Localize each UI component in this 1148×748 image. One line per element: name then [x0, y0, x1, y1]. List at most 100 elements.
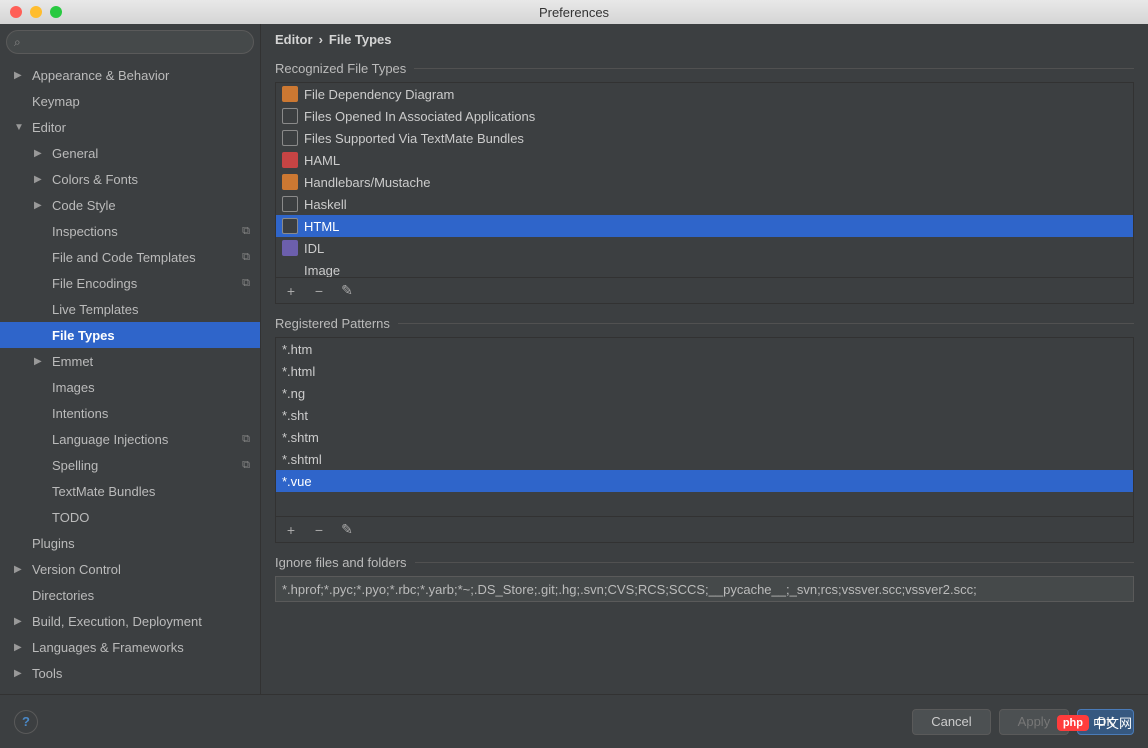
filetype-label: Files Opened In Associated Applications	[304, 109, 535, 124]
filetype-row[interactable]: HTML	[276, 215, 1133, 237]
tree-item[interactable]: ▼Editor	[0, 114, 260, 140]
content: ⌕ ▶ Appearance & Behavior Keymap ▼Editor▶Ge…	[0, 24, 1148, 694]
tree-item[interactable]: TODO	[0, 504, 260, 530]
filetype-label: File Dependency Diagram	[304, 87, 454, 102]
chevron-right-icon[interactable]: ▶	[34, 356, 48, 367]
titlebar: Preferences	[0, 0, 1148, 24]
filetype-label: Haskell	[304, 197, 347, 212]
filetype-row[interactable]: File Dependency Diagram	[276, 83, 1133, 105]
tree-item[interactable]: ▶ Languages & Frameworks	[0, 634, 260, 660]
chevron-right-icon[interactable]: ▶	[14, 564, 28, 575]
tree-item[interactable]: ▶Emmet	[0, 348, 260, 374]
chevron-right-icon[interactable]: ▶	[34, 174, 48, 185]
tree-item[interactable]: File Types	[0, 322, 260, 348]
chevron-down-icon[interactable]: ▼	[14, 122, 28, 133]
section-ignore-label: Ignore files and folders	[275, 555, 1134, 570]
section-patterns-label: Registered Patterns	[275, 316, 1134, 331]
pattern-row[interactable]: *.shtml	[276, 448, 1133, 470]
tree-item[interactable]: TextMate Bundles	[0, 478, 260, 504]
tree-item[interactable]: Language Injections ⧉	[0, 426, 260, 452]
chevron-right-icon[interactable]: ▶	[14, 616, 28, 627]
filetype-row[interactable]: Image	[276, 259, 1133, 278]
search-input[interactable]	[6, 30, 254, 54]
help-icon[interactable]: ?	[14, 710, 38, 734]
sidebar: ⌕ ▶ Appearance & Behavior Keymap ▼Editor▶Ge…	[0, 24, 261, 694]
chevron-right-icon[interactable]: ▶	[14, 642, 28, 653]
pattern-row[interactable]: *.shtm	[276, 426, 1133, 448]
filetype-icon	[282, 218, 298, 234]
chevron-right-icon[interactable]: ▶	[34, 148, 48, 159]
search-wrap: ⌕	[0, 24, 260, 60]
close-icon[interactable]	[10, 6, 22, 18]
tree-item[interactable]: ▶Build, Execution, Deployment	[0, 608, 260, 634]
tree-item[interactable]: Plugins	[0, 530, 260, 556]
edit-pattern-icon[interactable]: ✎	[340, 521, 354, 538]
ignore-input[interactable]	[275, 576, 1134, 602]
tree-item[interactable]: ▶ Appearance & Behavior	[0, 62, 260, 88]
pattern-row[interactable]: *.sht	[276, 404, 1133, 426]
tree-item[interactable]: File Encodings⧉	[0, 270, 260, 296]
pattern-row[interactable]: *.vue	[276, 470, 1133, 492]
tree-item[interactable]: ▶Version Control	[0, 556, 260, 582]
tree-item-label: Plugins	[32, 536, 75, 551]
filetype-label: Handlebars/Mustache	[304, 175, 430, 190]
chevron-right-icon[interactable]: ▶	[14, 70, 28, 81]
filetype-row[interactable]: Files Supported Via TextMate Bundles	[276, 127, 1133, 149]
section-recognized-text: Recognized File Types	[275, 61, 406, 76]
pattern-row[interactable]: *.ng	[276, 382, 1133, 404]
pattern-label: *.htm	[282, 342, 312, 357]
tree-item-label: Spelling	[52, 458, 98, 473]
tree-item-label: Tools	[32, 666, 62, 681]
tree-item[interactable]: Spelling⧉	[0, 452, 260, 478]
tree-item-label: Appearance & Behavior	[32, 68, 169, 83]
tree-item[interactable]: Directories	[0, 582, 260, 608]
pattern-row[interactable]: *.htm	[276, 338, 1133, 360]
copy-icon: ⧉	[242, 277, 250, 290]
tree-item-label: Keymap	[32, 94, 80, 109]
section-patterns-text: Registered Patterns	[275, 316, 390, 331]
chevron-right-icon[interactable]: ▶	[34, 200, 48, 211]
tree-item-label: Languages & Frameworks	[32, 640, 184, 655]
tree-item[interactable]: Inspections⧉	[0, 218, 260, 244]
filetype-row[interactable]: HAML	[276, 149, 1133, 171]
search-icon: ⌕	[14, 35, 21, 50]
tree-item[interactable]: File and Code Templates⧉	[0, 244, 260, 270]
tree-item[interactable]: ▶ Tools	[0, 660, 260, 686]
remove-filetype-icon[interactable]: −	[312, 283, 326, 299]
tree-item-label: Language Injections	[52, 432, 168, 447]
filetype-row[interactable]: Handlebars/Mustache	[276, 171, 1133, 193]
tree-item[interactable]: Keymap	[0, 88, 260, 114]
tree-item[interactable]: Images	[0, 374, 260, 400]
maximize-icon[interactable]	[50, 6, 62, 18]
copy-icon: ⧉	[242, 433, 250, 446]
tree-item-label: Code Style	[52, 198, 116, 213]
tree-item[interactable]: ▶ Code Style	[0, 192, 260, 218]
pattern-list[interactable]: *.htm *.html*.ng*.sht*.shtm *.shtml *.vue	[275, 337, 1134, 517]
minimize-icon[interactable]	[30, 6, 42, 18]
breadcrumb-current: File Types	[329, 32, 392, 47]
filetype-icon	[282, 86, 298, 102]
edit-filetype-icon[interactable]: ✎	[340, 282, 354, 299]
tree-item[interactable]: Intentions	[0, 400, 260, 426]
filetype-label: HTML	[304, 219, 339, 234]
filetype-icon	[282, 196, 298, 212]
cancel-button[interactable]: Cancel	[912, 709, 990, 735]
filetype-row[interactable]: Haskell	[276, 193, 1133, 215]
tree-item[interactable]: Live Templates	[0, 296, 260, 322]
chevron-right-icon[interactable]: ▶	[14, 668, 28, 679]
add-filetype-icon[interactable]: +	[284, 283, 298, 299]
footer: ? Cancel Apply OK	[0, 694, 1148, 748]
filetype-row[interactable]: Files Opened In Associated Applications	[276, 105, 1133, 127]
add-pattern-icon[interactable]: +	[284, 522, 298, 538]
remove-pattern-icon[interactable]: −	[312, 522, 326, 538]
tree-item[interactable]: ▶General	[0, 140, 260, 166]
pattern-row[interactable]: *.html	[276, 360, 1133, 382]
tree-item-label: File and Code Templates	[52, 250, 196, 265]
tree-item-label: Images	[52, 380, 95, 395]
pattern-label: *.shtml	[282, 452, 322, 467]
tree-item-label: Intentions	[52, 406, 108, 421]
tree-item[interactable]: ▶Colors & Fonts	[0, 166, 260, 192]
filetype-list[interactable]: File Dependency Diagram Files Opened In A…	[275, 82, 1134, 278]
filetype-row[interactable]: IDL	[276, 237, 1133, 259]
filetype-icon	[282, 108, 298, 124]
